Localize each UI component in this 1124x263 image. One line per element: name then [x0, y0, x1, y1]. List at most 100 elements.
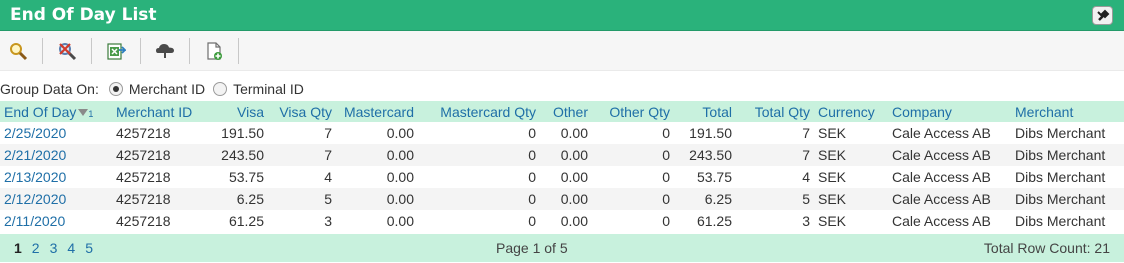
sort-index: 1 [88, 108, 94, 119]
export-excel-icon[interactable] [104, 39, 128, 63]
page-link-1[interactable]: 1 [14, 240, 22, 256]
cell-merchant: Dibs Merchant [1015, 213, 1106, 229]
page-link-2[interactable]: 2 [32, 240, 40, 256]
cell-visa: 6.25 [236, 191, 264, 207]
search-icon[interactable] [6, 39, 30, 63]
cell-total-qty: 4 [802, 169, 810, 185]
page-links: 1 2 3 4 5 [14, 240, 93, 256]
terminal-id-radio-label[interactable]: Terminal ID [233, 81, 304, 97]
toolbar-separator [238, 37, 239, 64]
group-label: Group Data On: [0, 81, 99, 97]
cell-other-qty: 0 [662, 191, 670, 207]
cell-currency: SEK [818, 213, 847, 229]
cell-mastercard-qty: 0 [528, 169, 536, 185]
table-row[interactable]: 2/11/2020 4257218 61.25 3 0.00 0 0.00 0 … [0, 210, 1124, 232]
cell-other: 0.00 [560, 213, 588, 229]
col-merchant-id[interactable]: Merchant ID [112, 101, 210, 122]
clear-search-icon[interactable] [55, 39, 79, 63]
col-mastercard-qty[interactable]: Mastercard Qty [418, 101, 540, 122]
cell-other-qty: 0 [662, 213, 670, 229]
cell-merchant-id: 4257218 [116, 169, 171, 185]
cell-currency: SEK [818, 125, 847, 141]
cell-company: Cale Access AB [892, 191, 991, 207]
col-merchant[interactable]: Merchant [1011, 101, 1124, 122]
end-of-day-table: End Of Day 1 Merchant ID Visa Visa Qty Ma… [0, 101, 1124, 232]
cell-company: Cale Access AB [892, 147, 991, 163]
cell-mastercard: 0.00 [386, 213, 414, 229]
cell-total-qty: 7 [802, 125, 810, 141]
toolbar-separator [140, 37, 141, 64]
terminal-id-radio[interactable] [213, 82, 228, 96]
total-row-count: Total Row Count: 21 [983, 240, 1110, 256]
end-of-day-link[interactable]: 2/11/2020 [0, 210, 112, 232]
sort-descending-icon [78, 109, 89, 117]
cell-mastercard-qty: 0 [528, 213, 536, 229]
cell-total-qty: 3 [802, 213, 810, 229]
table-header-row: End Of Day 1 Merchant ID Visa Visa Qty Ma… [0, 101, 1124, 122]
cell-company: Cale Access AB [892, 169, 991, 185]
cell-total: 61.25 [696, 213, 732, 229]
merchant-id-radio-label[interactable]: Merchant ID [129, 81, 205, 97]
cell-visa-qty: 5 [324, 191, 332, 207]
cell-mastercard-qty: 0 [528, 147, 536, 163]
col-other-qty[interactable]: Other Qty [592, 101, 674, 122]
page-link-5[interactable]: 5 [85, 240, 93, 256]
table-row[interactable]: 2/12/2020 4257218 6.25 5 0.00 0 0.00 0 6… [0, 188, 1124, 210]
cell-visa: 191.50 [221, 125, 264, 141]
cell-currency: SEK [818, 169, 847, 185]
cell-merchant-id: 4257218 [116, 147, 171, 163]
cell-merchant: Dibs Merchant [1015, 125, 1106, 141]
col-total-qty[interactable]: Total Qty [736, 101, 814, 122]
page-link-3[interactable]: 3 [50, 240, 58, 256]
col-currency[interactable]: Currency [814, 101, 888, 122]
cell-visa: 61.25 [228, 213, 264, 229]
cell-visa-qty: 7 [324, 125, 332, 141]
merchant-id-radio[interactable] [108, 82, 123, 96]
table-row[interactable]: 2/25/2020 4257218 191.50 7 0.00 0 0.00 0… [0, 122, 1124, 144]
toolbar-separator [42, 37, 43, 64]
col-mastercard[interactable]: Mastercard [336, 101, 418, 122]
table-row[interactable]: 2/21/2020 4257218 243.50 7 0.00 0 0.00 0… [0, 144, 1124, 166]
end-of-day-link[interactable]: 2/21/2020 [0, 144, 112, 166]
cell-other: 0.00 [560, 191, 588, 207]
cell-merchant: Dibs Merchant [1015, 147, 1106, 163]
toolbar-separator [91, 37, 92, 64]
cell-company: Cale Access AB [892, 125, 991, 141]
settings-wrench-icon[interactable] [1092, 6, 1113, 25]
col-company[interactable]: Company [888, 101, 1011, 122]
cell-mastercard-qty: 0 [528, 125, 536, 141]
end-of-day-link[interactable]: 2/13/2020 [0, 166, 112, 188]
table-row[interactable]: 2/13/2020 4257218 53.75 4 0.00 0 0.00 0 … [0, 166, 1124, 188]
cell-mastercard: 0.00 [386, 147, 414, 163]
cell-other: 0.00 [560, 147, 588, 163]
end-of-day-link[interactable]: 2/12/2020 [0, 188, 112, 210]
cell-other-qty: 0 [662, 169, 670, 185]
cell-visa-qty: 3 [324, 213, 332, 229]
page-link-4[interactable]: 4 [67, 240, 75, 256]
cell-visa: 53.75 [228, 169, 264, 185]
page-info: Page 1 of 5 [496, 240, 568, 256]
cell-other: 0.00 [560, 125, 588, 141]
col-total[interactable]: Total [674, 101, 736, 122]
cell-merchant-id: 4257218 [116, 125, 171, 141]
toolbar [0, 31, 1124, 71]
col-other[interactable]: Other [540, 101, 592, 122]
end-of-day-link[interactable]: 2/25/2020 [0, 122, 112, 144]
cell-merchant-id: 4257218 [116, 213, 171, 229]
cell-other-qty: 0 [662, 125, 670, 141]
cell-merchant: Dibs Merchant [1015, 169, 1106, 185]
col-end-of-day[interactable]: End Of Day 1 [0, 101, 112, 122]
cell-merchant-id: 4257218 [116, 191, 171, 207]
group-data-on: Group Data On: Merchant ID Terminal ID [0, 71, 1124, 101]
cell-total: 6.25 [704, 191, 732, 207]
cell-merchant: Dibs Merchant [1015, 191, 1106, 207]
cell-currency: SEK [818, 191, 847, 207]
cell-company: Cale Access AB [892, 213, 991, 229]
col-visa[interactable]: Visa [210, 101, 268, 122]
new-document-icon[interactable] [202, 39, 226, 63]
col-visa-qty[interactable]: Visa Qty [268, 101, 336, 122]
cloud-upload-icon[interactable] [153, 39, 177, 63]
pager: 1 2 3 4 5 Page 1 of 5 Total Row Count: 2… [0, 234, 1124, 262]
cell-total: 53.75 [696, 169, 732, 185]
cell-total: 191.50 [689, 125, 732, 141]
